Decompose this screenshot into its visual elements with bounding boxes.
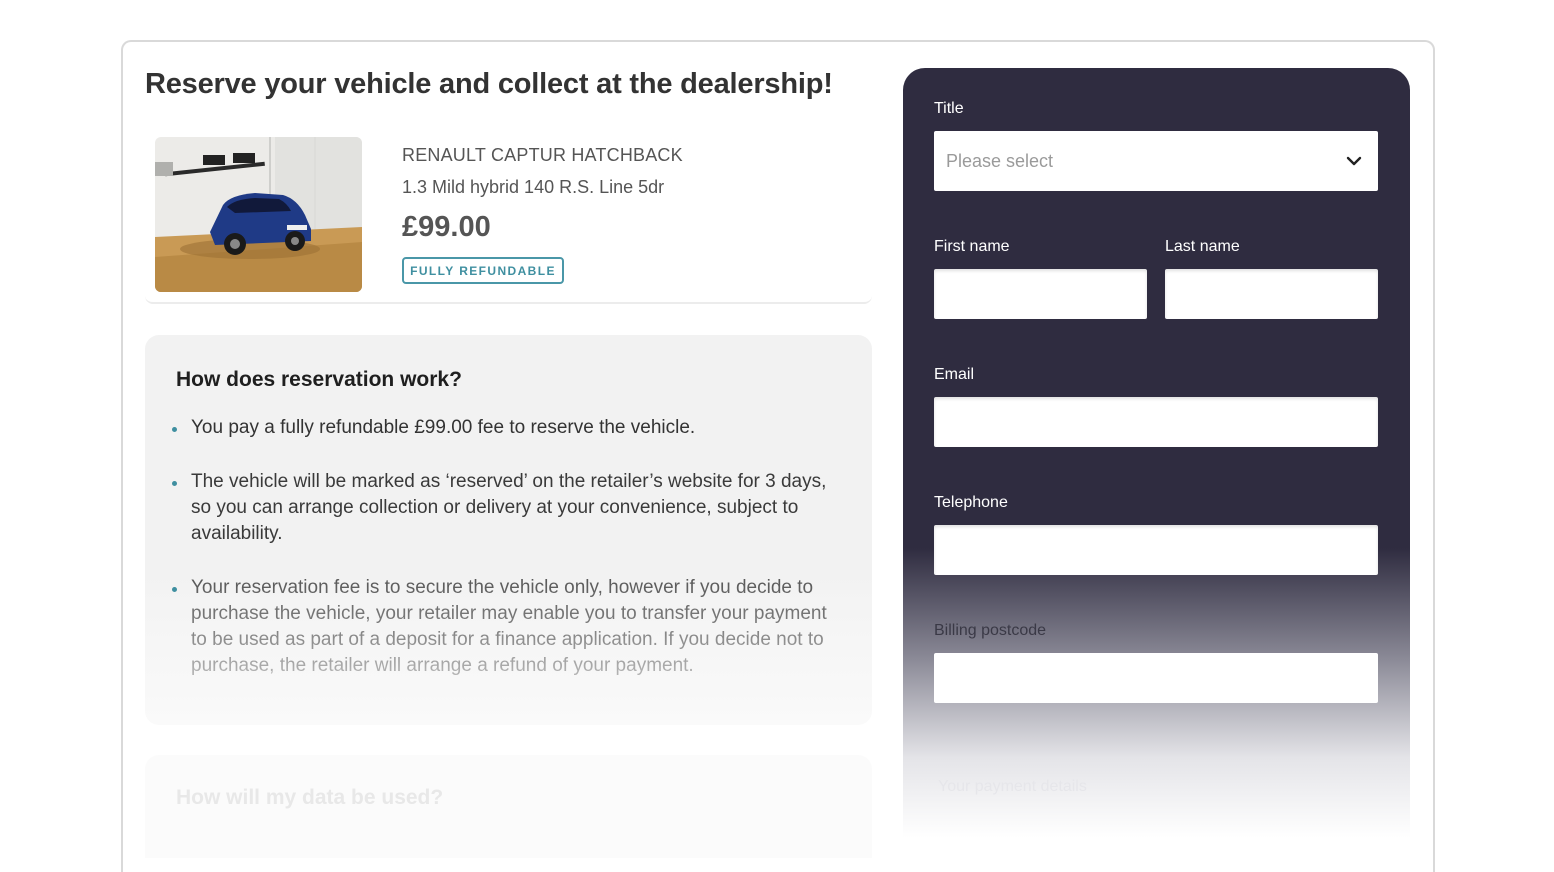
first-name-label: First name [934, 238, 1010, 255]
reservation-info-panel: How does reservation work? You pay a ful… [145, 335, 872, 725]
first-name-field[interactable] [934, 269, 1147, 319]
data-usage-panel: How will my data be used? [145, 755, 872, 858]
payment-details-label: Your payment details [938, 778, 1087, 795]
page-title: Reserve your vehicle and collect at the … [145, 68, 833, 100]
email-field[interactable] [934, 397, 1378, 447]
vehicle-name: RENAULT CAPTUR HATCHBACK [402, 145, 683, 165]
telephone-field[interactable] [934, 525, 1378, 575]
telephone-label: Telephone [934, 494, 1008, 511]
vehicle-variant: 1.3 Mild hybrid 140 R.S. Line 5dr [402, 177, 665, 197]
vehicle-summary: RENAULT CAPTUR HATCHBACK 1.3 Mild hybrid… [145, 130, 872, 304]
billing-postcode-field[interactable] [934, 653, 1378, 703]
reservation-info-title: How does reservation work? [176, 368, 462, 391]
title-select-value: Please select [946, 151, 1054, 171]
last-name-label: Last name [1165, 238, 1240, 255]
list-item: Your reservation fee is to secure the ve… [170, 575, 845, 679]
fully-refundable-badge: FULLY REFUNDABLE [402, 257, 564, 284]
data-usage-title: How will my data be used? [176, 786, 444, 809]
billing-postcode-label: Billing postcode [934, 622, 1047, 639]
email-label: Email [934, 366, 975, 383]
title-label: Title [934, 100, 964, 117]
reservation-form: Title Please select First name Last name… [903, 68, 1410, 858]
chevron-down-icon [1346, 156, 1362, 166]
reservation-price: £99.00 [402, 211, 491, 243]
list-item: The vehicle will be marked as ‘reserved’… [170, 469, 845, 547]
last-name-field[interactable] [1165, 269, 1378, 319]
reservation-info-list: You pay a fully refundable £99.00 fee to… [170, 415, 845, 679]
title-select[interactable]: Please select [934, 131, 1378, 191]
list-item: You pay a fully refundable £99.00 fee to… [170, 415, 845, 441]
car-photo [155, 137, 362, 292]
